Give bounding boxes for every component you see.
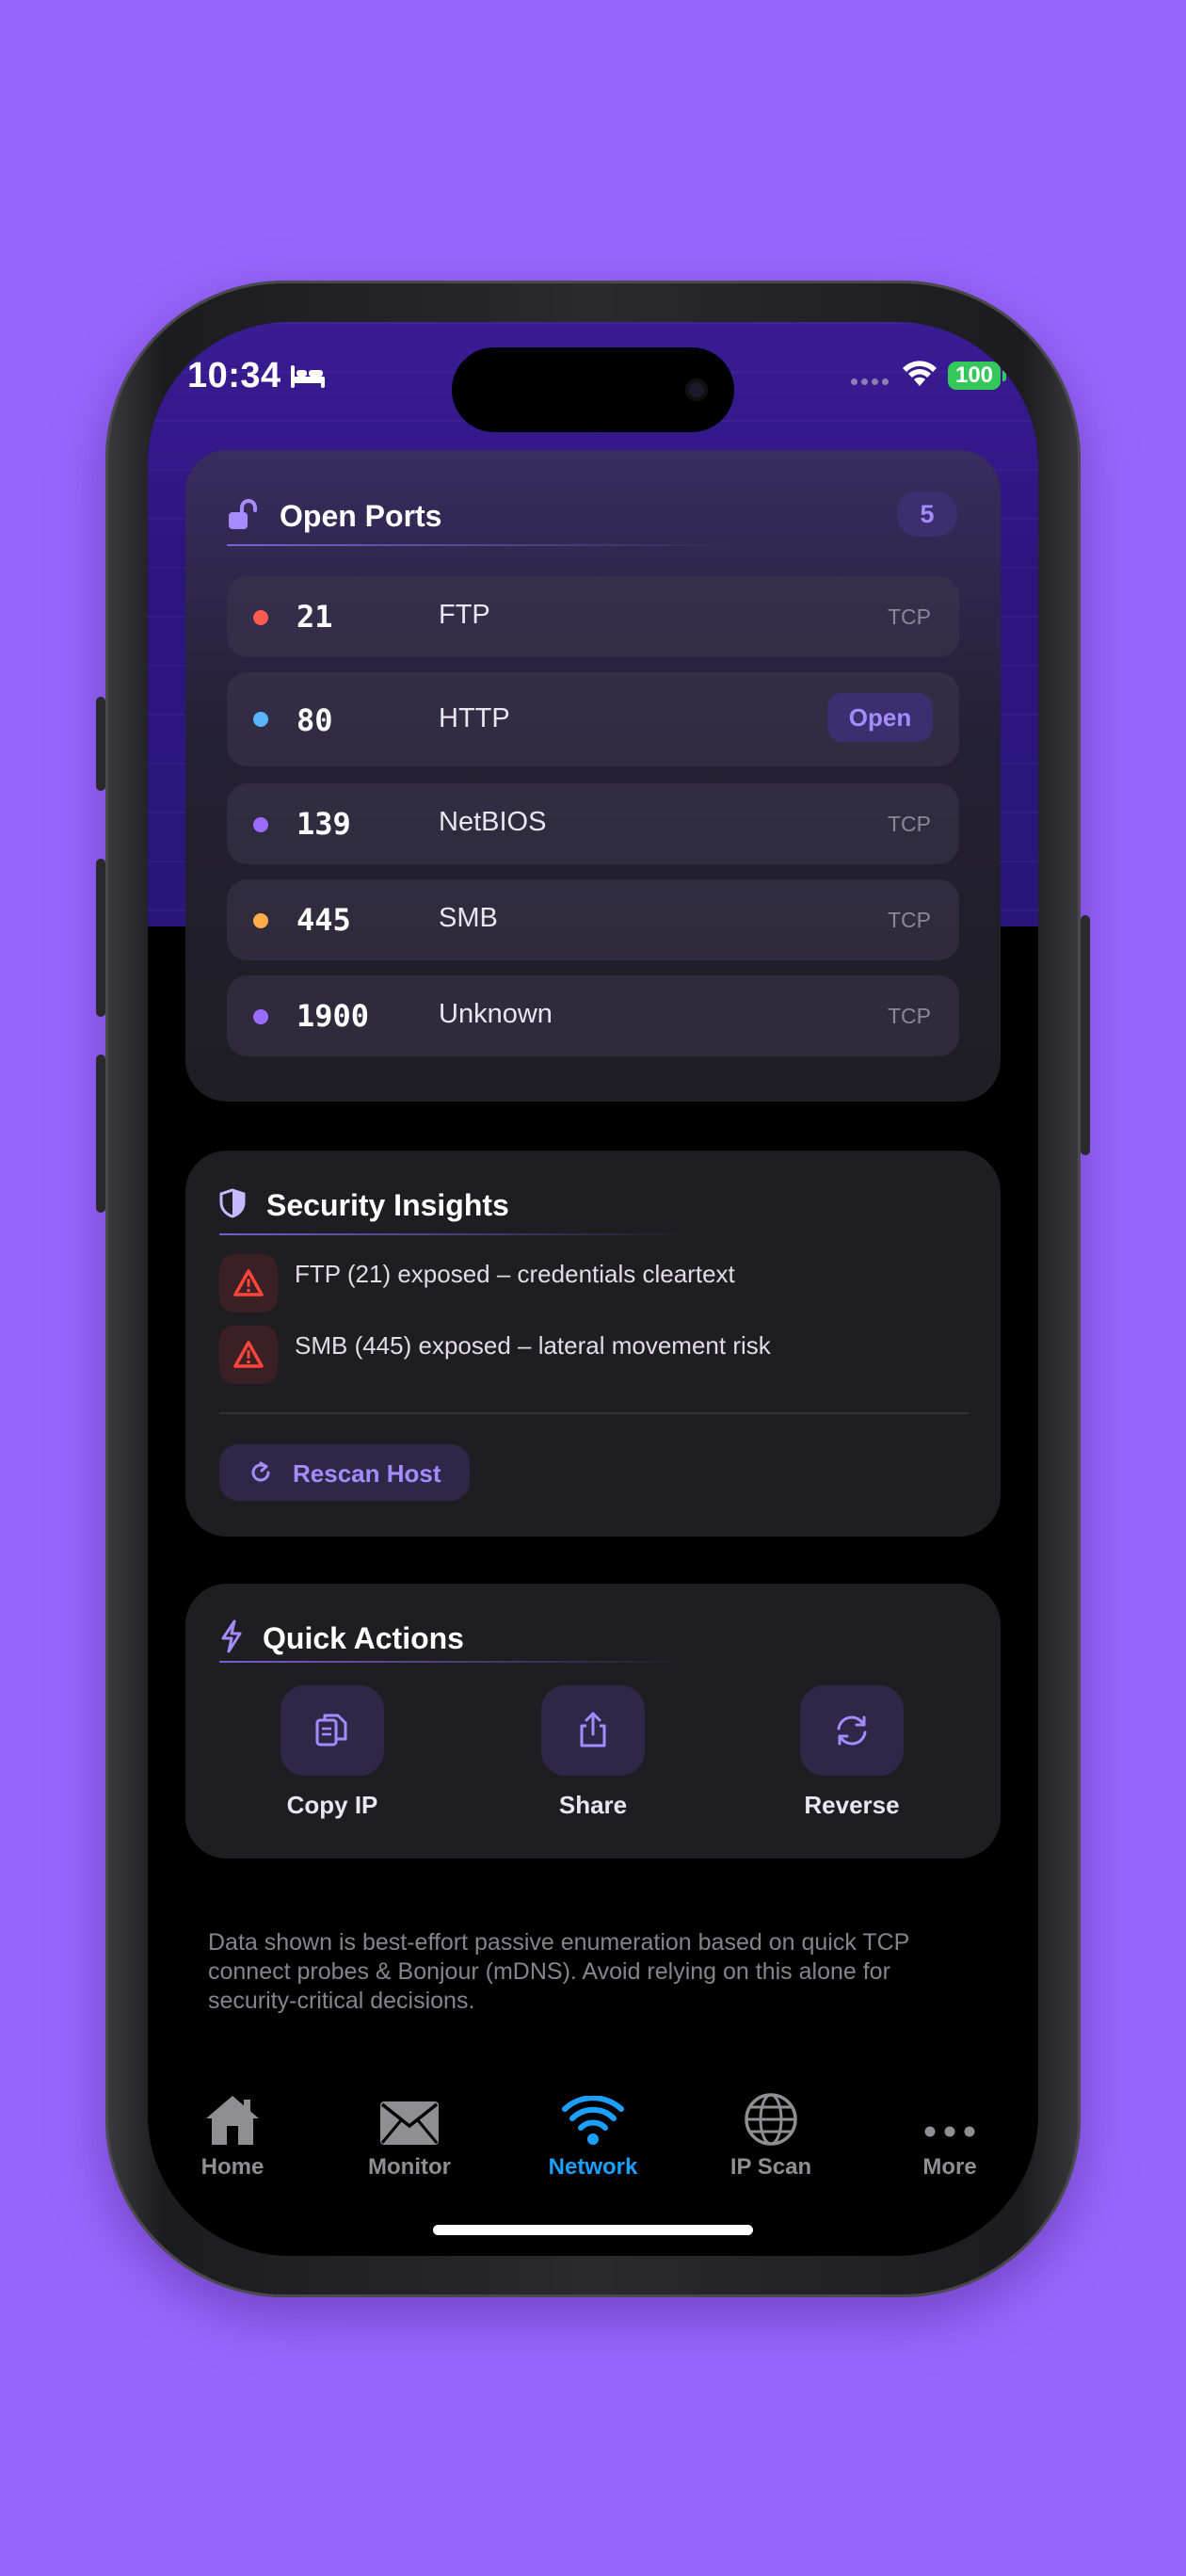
port-row[interactable]: 139 NetBIOS TCP — [227, 783, 959, 864]
tab-label: Network — [548, 2154, 638, 2180]
reverse-label: Reverse — [804, 1791, 900, 1819]
open-ports-title: Open Ports — [280, 499, 442, 533]
battery-indicator: 100 — [948, 362, 1001, 390]
home-indicator[interactable] — [433, 2225, 753, 2235]
port-number: 139 — [296, 806, 351, 842]
status-dot — [253, 1009, 268, 1024]
tab-more[interactable]: More — [865, 2081, 1034, 2181]
tab-network[interactable]: Network — [508, 2081, 678, 2181]
tab-label: Monitor — [368, 2154, 451, 2180]
title-underline — [219, 1233, 690, 1235]
warning-icon — [219, 1254, 278, 1312]
service-name: FTP — [439, 600, 490, 630]
status-dot — [253, 712, 268, 727]
open-in-browser-button[interactable]: Open — [827, 693, 933, 742]
share-icon — [580, 1712, 606, 1747]
copy-icon — [315, 1714, 347, 1747]
security-insights-title: Security Insights — [266, 1188, 509, 1222]
port-count-badge: 5 — [897, 491, 957, 537]
house-icon — [206, 2096, 259, 2145]
share-button[interactable] — [541, 1685, 645, 1776]
globe-icon — [745, 2093, 797, 2146]
power-button — [1081, 915, 1090, 1155]
service-name: Unknown — [439, 999, 553, 1029]
status-dot — [253, 913, 268, 928]
tab-label: Home — [200, 2154, 264, 2180]
tab-label: IP Scan — [729, 2154, 812, 2180]
warning-icon — [219, 1326, 278, 1384]
port-number: 445 — [296, 902, 351, 938]
status-dot — [253, 610, 268, 625]
port-number: 80 — [296, 702, 333, 738]
port-row[interactable]: 1900 Unknown TCP — [227, 975, 959, 1056]
envelope-icon — [380, 2101, 439, 2145]
port-row[interactable]: 445 SMB TCP — [227, 879, 959, 960]
copy-ip-button[interactable] — [280, 1685, 384, 1776]
protocol-tag: TCP — [888, 604, 931, 629]
status-time: 10:34 — [187, 356, 281, 395]
quick-actions-card: Quick Actions Copy IP Share Reverse — [185, 1584, 1001, 1859]
service-name: NetBIOS — [439, 807, 547, 837]
sleep-focus-icon — [289, 362, 327, 394]
reverse-button[interactable] — [800, 1685, 904, 1776]
copy-ip-label: Copy IP — [286, 1791, 378, 1819]
port-number: 21 — [296, 599, 333, 635]
tab-home[interactable]: Home — [148, 2081, 317, 2181]
tab-bar: Home Monitor Network IP Scan More — [148, 2081, 1038, 2203]
title-underline — [227, 544, 735, 546]
status-dot — [253, 817, 268, 832]
title-underline — [219, 1661, 690, 1663]
shield-icon — [219, 1188, 246, 1223]
action-button — [96, 697, 105, 791]
lock-open-icon — [227, 499, 259, 536]
protocol-tag: TCP — [888, 908, 931, 932]
status-bar: 10:34 100 — [148, 322, 1038, 432]
tab-monitor[interactable]: Monitor — [325, 2081, 494, 2181]
protocol-tag: TCP — [888, 1004, 931, 1028]
divider — [219, 1412, 969, 1414]
tab-ip-scan[interactable]: IP Scan — [686, 2081, 856, 2181]
disclaimer-text: Data shown is best-effort passive enumer… — [208, 1929, 909, 2014]
wifi-status-icon — [901, 360, 938, 394]
volume-down-button — [96, 1055, 105, 1213]
share-action[interactable]: Share — [508, 1685, 678, 1820]
protocol-tag: TCP — [888, 812, 931, 836]
volume-up-button — [96, 859, 105, 1017]
port-row[interactable]: 80 HTTP Open — [227, 672, 959, 766]
rescan-host-button[interactable]: Rescan Host — [219, 1444, 470, 1501]
tab-label: More — [922, 2154, 977, 2180]
app-screen: 10:34 100 Open Ports 5 21 FTP TCP 80 HTT… — [148, 322, 1038, 2256]
copy-ip-action[interactable]: Copy IP — [248, 1685, 417, 1820]
rescan-label: Rescan Host — [293, 1459, 441, 1488]
wifi-icon — [562, 2096, 624, 2145]
lightning-icon — [219, 1619, 244, 1658]
reverse-action[interactable]: Reverse — [767, 1685, 937, 1820]
insight-text: FTP (21) exposed – credentials cleartext — [295, 1260, 735, 1288]
refresh-icon — [248, 1459, 274, 1492]
security-insights-card: Security Insights FTP (21) exposed – cre… — [185, 1151, 1001, 1537]
service-name: HTTP — [439, 703, 510, 733]
quick-actions-title: Quick Actions — [263, 1621, 464, 1655]
insight-text: SMB (445) exposed – lateral movement ris… — [295, 1331, 771, 1360]
dynamic-island — [452, 347, 734, 432]
battery-tip — [1002, 371, 1006, 381]
cellular-signal-icon — [851, 378, 889, 385]
port-number: 1900 — [296, 998, 370, 1034]
reverse-icon — [837, 1715, 867, 1746]
service-name: SMB — [439, 903, 498, 933]
port-row[interactable]: 21 FTP TCP — [227, 576, 959, 657]
ellipsis-icon — [924, 2126, 975, 2137]
open-ports-card: Open Ports 5 21 FTP TCP 80 HTTP Open 139… — [185, 450, 1001, 1102]
share-label: Share — [558, 1791, 628, 1819]
